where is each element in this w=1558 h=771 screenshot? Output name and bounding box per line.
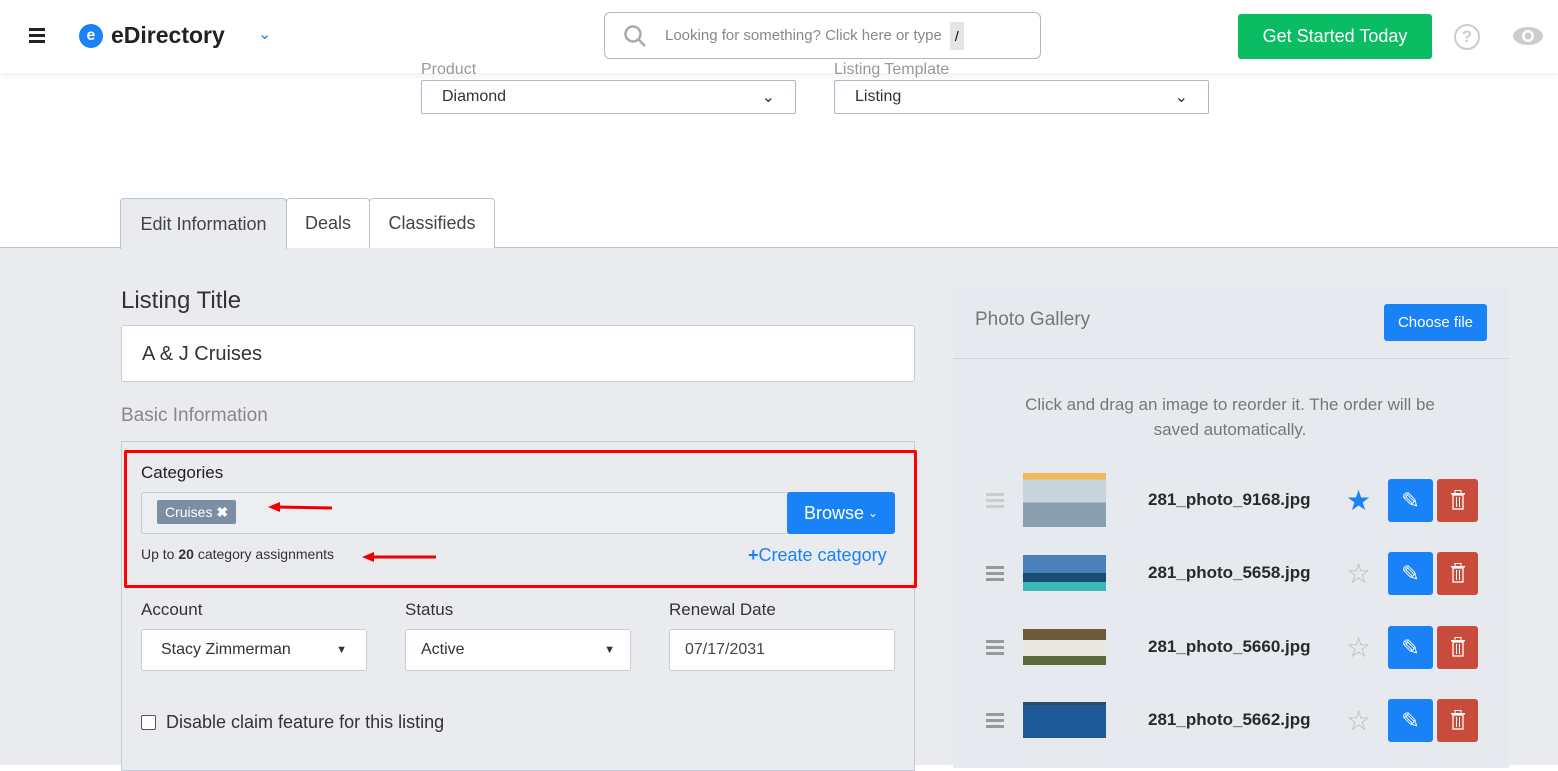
browse-button[interactable]: Browse ⌄ [787,492,895,534]
drag-handle-icon[interactable] [986,712,1004,728]
divider [953,358,1509,359]
categories-label: Categories [141,463,224,482]
product-label: Product [421,61,477,78]
caret-down-icon: ▼ [604,644,615,656]
caret-down-icon: ▼ [336,644,347,656]
tab-edit-information[interactable]: Edit Information [120,198,287,249]
browse-label: Browse [803,502,864,523]
delete-photo-button[interactable] [1437,478,1478,522]
category-tag-label: Cruises [165,504,213,520]
product-select[interactable]: Diamond ⌄ [421,80,796,114]
disable-claim-label: Disable claim feature for this listing [166,712,445,732]
trash-icon [1450,637,1465,657]
top-bar: e eDirectory ⌄ Looking for something? Cl… [0,0,1558,73]
photo-thumbnail [1023,702,1106,738]
drag-handle-icon[interactable] [986,492,1004,508]
template-select[interactable]: Listing ⌄ [834,80,1209,114]
photo-filename: 281_photo_5658.jpg [1148,563,1311,582]
disable-claim-checkbox[interactable] [141,715,156,730]
limit-count: 20 [178,546,194,562]
template-label: Listing Template [834,61,950,78]
template-value: Listing [855,88,902,105]
delete-photo-button[interactable] [1437,625,1478,669]
chevron-down-icon: ⌄ [867,506,879,520]
pencil-icon: ✎ [1401,707,1420,733]
photo-row[interactable]: 281_photo_5660.jpg ☆ ✎ [975,617,1495,677]
status-select[interactable]: Active ▼ [405,629,631,671]
trash-icon [1450,563,1465,583]
create-category-label: Create category [758,545,887,565]
create-category-link[interactable]: +Create category [748,545,887,566]
trash-icon [1450,710,1465,730]
category-tag: Cruises ✖ [157,500,237,524]
star-filled-icon[interactable]: ★ [1346,484,1382,517]
pencil-icon: ✎ [1401,487,1420,513]
remove-tag-icon[interactable]: ✖ [216,504,228,520]
drag-handle-icon[interactable] [986,639,1004,655]
categories-input[interactable] [141,492,791,534]
listing-title-label: Listing Title [121,287,242,314]
brand-name: eDirectory [111,22,225,48]
plus-icon: + [748,545,759,565]
edit-photo-button[interactable]: ✎ [1388,551,1433,595]
annotation-arrow [362,552,436,562]
get-started-button[interactable]: Get Started Today [1238,14,1432,59]
delete-photo-button[interactable] [1437,551,1478,595]
menu-icon[interactable] [29,28,45,43]
photo-row[interactable]: 281_photo_5662.jpg ☆ ✎ [975,690,1495,750]
renewal-date-input[interactable]: 07/17/2031 [669,629,895,671]
photo-filename: 281_photo_9168.jpg [1148,490,1311,509]
product-value: Diamond [442,88,507,105]
photo-row[interactable]: 281_photo_5658.jpg ☆ ✎ [975,543,1495,603]
help-icon[interactable]: ? [1454,24,1480,50]
logo-icon: e [79,24,103,48]
account-value: Stacy Zimmerman [161,641,291,658]
photo-filename: 281_photo_5660.jpg [1148,637,1311,656]
chevron-down-icon: ⌄ [761,89,775,106]
category-limit: Up to 20 category assignments [141,546,334,562]
star-outline-icon[interactable]: ☆ [1346,704,1382,737]
photo-thumbnail [1023,473,1106,527]
basic-info-heading: Basic Information [121,405,268,426]
tab-deals[interactable]: Deals [286,198,370,248]
annotation-arrow [268,502,333,512]
search-input[interactable]: Looking for something? Click here or typ… [604,12,1041,59]
account-select[interactable]: Stacy Zimmerman ▼ [141,629,367,671]
edit-photo-button[interactable]: ✎ [1388,478,1433,522]
pencil-icon: ✎ [1401,634,1420,660]
photo-filename: 281_photo_5662.jpg [1148,710,1311,729]
tab-classifieds[interactable]: Classifieds [369,198,495,248]
star-outline-icon[interactable]: ☆ [1346,631,1382,664]
gallery-title: Photo Gallery [975,309,1091,330]
photo-row[interactable]: 281_photo_9168.jpg ★ ✎ [975,470,1495,530]
account-label: Account [141,600,203,619]
status-label: Status [405,600,454,619]
limit-suffix: category assignments [197,546,335,562]
renewal-label: Renewal Date [669,600,776,619]
shortcut-badge: / [949,21,964,50]
limit-prefix: Up to [141,546,175,562]
chevron-down-icon: ⌄ [1174,89,1188,106]
eye-icon[interactable] [1511,25,1545,47]
edit-photo-button[interactable]: ✎ [1388,625,1433,669]
photo-thumbnail [1023,629,1106,665]
status-value: Active [421,641,465,658]
search-icon [624,24,646,47]
photo-thumbnail [1023,555,1106,591]
listing-title-input[interactable]: A & J Cruises [121,325,915,382]
gallery-hint: Click and drag an image to reorder it. T… [1025,395,1435,439]
delete-photo-button[interactable] [1437,698,1478,742]
chevron-down-icon[interactable]: ⌄ [258,24,271,44]
pencil-icon: ✎ [1401,560,1420,586]
trash-icon [1450,490,1465,510]
edit-photo-button[interactable]: ✎ [1388,698,1433,742]
choose-file-button[interactable]: Choose file [1384,304,1487,341]
drag-handle-icon[interactable] [986,565,1004,581]
search-placeholder: Looking for something? Click here or typ… [665,27,942,44]
star-outline-icon[interactable]: ☆ [1346,557,1382,590]
